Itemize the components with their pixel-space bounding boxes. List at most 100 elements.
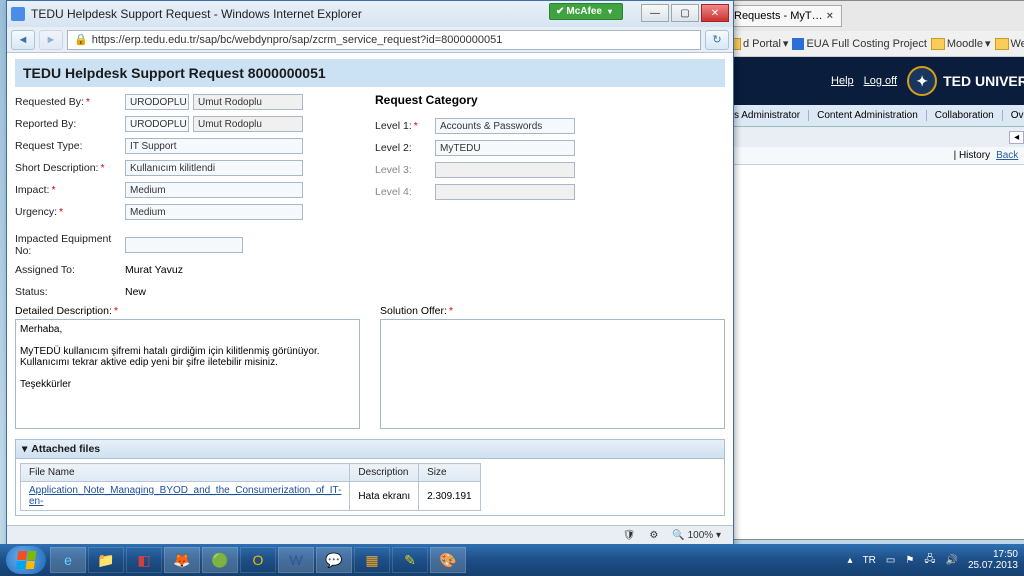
taskbar-app[interactable]: ◧: [126, 547, 162, 573]
windows-icon: [16, 551, 37, 569]
taskbar-app3[interactable]: ✎: [392, 547, 428, 573]
close-button[interactable]: ✕: [701, 4, 729, 22]
reported-by-name: Umut Rodoplu: [193, 116, 303, 132]
bookmark-portal[interactable]: d Portal ▾: [727, 37, 788, 50]
file-size: 2.309.191: [419, 482, 481, 511]
taskbar-explorer[interactable]: 📁: [88, 547, 124, 573]
tray-time: 17:50: [993, 549, 1018, 560]
detailed-desc-textarea[interactable]: Merhaba, MyTEDÜ kullanıcım şifremi hatal…: [15, 319, 360, 429]
seal-icon: ✦: [907, 66, 937, 96]
history-label: | History: [954, 150, 991, 161]
tab-collab[interactable]: Collaboration: [927, 110, 1003, 121]
table-row: Application_Note_Managing_BYOD_and_the_C…: [21, 482, 481, 511]
bookmarks-bar: d Portal ▾ EUA Full Costing Project Mood…: [721, 31, 1024, 57]
tray-clock[interactable]: 17:50 25.07.2013: [968, 549, 1018, 571]
bookmark-moodle[interactable]: Moodle ▾: [931, 37, 991, 50]
minimize-button[interactable]: —: [641, 4, 669, 22]
bookmark-webd[interactable]: Web D ▾: [995, 37, 1024, 50]
logoff-link[interactable]: Log off: [864, 75, 897, 87]
forward-button[interactable]: ►: [39, 30, 63, 50]
label-impact: Impact:*: [15, 184, 125, 196]
label-level1: Level 1:*: [375, 120, 435, 132]
tab-requests[interactable]: Requests - MyT… ×: [725, 5, 842, 27]
refresh-button[interactable]: ↻: [705, 30, 729, 50]
impacted-eq-field[interactable]: [125, 237, 243, 253]
tray-action-center-icon[interactable]: ⚑: [905, 555, 914, 566]
background-browser-window: ✔ McAfee Requests - MyT… × d Portal ▾ EU…: [720, 0, 1024, 540]
window-buttons: — ▢ ✕: [641, 4, 729, 22]
tab-overflow[interactable]: Ov: [1003, 110, 1024, 121]
label-request-type: Request Type:: [15, 140, 125, 152]
tray-volume-icon[interactable]: 🔊: [945, 555, 957, 566]
url-text: https://erp.tedu.edu.tr/sap/bc/webdynpro…: [92, 34, 503, 46]
help-link[interactable]: Help: [831, 75, 854, 87]
page-icon: [792, 38, 804, 50]
back-link[interactable]: Back: [996, 150, 1018, 161]
page-content: TEDU Helpdesk Support Request 8000000051…: [7, 53, 733, 525]
level2-field[interactable]: MyTEDU: [435, 140, 575, 156]
university-name: TED UNIVERSITY: [943, 73, 1024, 89]
windows-taskbar: e 📁 ◧ 🦊 🟢 O W 💬 ▦ ✎ 🎨 ▴ TR ▭ ⚑ 🖧 🔊 17:50…: [0, 544, 1024, 576]
taskbar-paint[interactable]: 🎨: [430, 547, 466, 573]
taskbar-lync[interactable]: 💬: [316, 547, 352, 573]
taskbar-word[interactable]: W: [278, 547, 314, 573]
requested-by-code[interactable]: URODOPLU: [125, 94, 189, 110]
window-titlebar: TEDU Helpdesk Support Request - Windows …: [7, 1, 733, 27]
taskbar-chrome[interactable]: 🟢: [202, 547, 238, 573]
taskbar-firefox[interactable]: 🦊: [164, 547, 200, 573]
short-desc-field[interactable]: Kullanıcım kilitlendi: [125, 160, 303, 176]
reported-by-code[interactable]: URODOPLU: [125, 116, 189, 132]
mcafee-badge[interactable]: ✔ McAfee: [549, 3, 623, 20]
label-status: Status:: [15, 286, 125, 298]
request-type-field[interactable]: IT Support: [125, 138, 303, 154]
tray-expand-icon[interactable]: ▴: [848, 555, 853, 566]
request-category-heading: Request Category: [375, 93, 675, 107]
tab-admin[interactable]: ss Administrator: [721, 110, 809, 121]
taskbar-outlook[interactable]: O: [240, 547, 276, 573]
col-size: Size: [419, 464, 481, 482]
bookmark-eua[interactable]: EUA Full Costing Project: [792, 38, 926, 50]
ie-window: TEDU Helpdesk Support Request - Windows …: [6, 0, 734, 546]
lock-icon: 🔒: [74, 33, 88, 46]
label-detailed-desc: Detailed Description:*: [15, 305, 360, 317]
level3-field: [435, 162, 575, 178]
tray-date: 25.07.2013: [968, 560, 1018, 571]
portal-header: Help Log off ✦ TED UNIVERSITY: [721, 57, 1024, 105]
label-reported-by: Reported By:: [15, 118, 125, 130]
tab-label: Requests - MyT…: [734, 10, 823, 22]
taskbar-app2[interactable]: ▦: [354, 547, 390, 573]
maximize-button[interactable]: ▢: [671, 4, 699, 22]
page-title: TEDU Helpdesk Support Request 8000000051: [15, 59, 725, 87]
file-link[interactable]: Application_Note_Managing_BYOD_and_the_C…: [29, 485, 341, 507]
label-short-desc: Short Description:*: [15, 162, 125, 174]
attached-files-header[interactable]: ▾Attached files: [15, 439, 725, 459]
protected-mode-icon: ⚙: [649, 530, 658, 541]
favicon-icon: [11, 7, 25, 21]
back-button[interactable]: ◄: [11, 30, 35, 50]
level1-field[interactable]: Accounts & Passwords: [435, 118, 575, 134]
tab-content-admin[interactable]: Content Administration: [809, 110, 927, 121]
tray-network-icon[interactable]: 🖧: [924, 552, 935, 569]
label-solution-offer: Solution Offer:*: [380, 305, 725, 317]
solution-offer-textarea[interactable]: [380, 319, 725, 429]
table-header-row: File Name Description Size: [21, 464, 481, 482]
tray-flag-icon[interactable]: ▭: [886, 555, 895, 566]
system-tray: ▴ TR ▭ ⚑ 🖧 🔊 17:50 25.07.2013: [848, 549, 1018, 571]
col-filename: File Name: [21, 464, 350, 482]
close-icon[interactable]: ×: [827, 10, 833, 22]
impact-field[interactable]: Medium: [125, 182, 303, 198]
tray-lang[interactable]: TR: [863, 555, 876, 566]
taskbar-ie[interactable]: e: [50, 547, 86, 573]
scroll-left-icon[interactable]: ◂: [1009, 131, 1024, 144]
portal-nav-tabs: ss Administrator Content Administration …: [721, 105, 1024, 127]
start-button[interactable]: [6, 546, 46, 574]
folder-icon: [995, 38, 1009, 50]
address-bar: ◄ ► 🔒 https://erp.tedu.edu.tr/sap/bc/web…: [7, 27, 733, 53]
zoom-level[interactable]: 🔍 100% ▾: [672, 530, 721, 541]
label-urgency: Urgency:*: [15, 206, 125, 218]
url-field[interactable]: 🔒 https://erp.tedu.edu.tr/sap/bc/webdynp…: [67, 30, 701, 50]
collapse-icon: ▾: [22, 443, 27, 455]
browser-tabbar: Requests - MyT… ×: [721, 1, 1024, 31]
label-assigned-to: Assigned To:: [15, 264, 125, 276]
urgency-field[interactable]: Medium: [125, 204, 303, 220]
